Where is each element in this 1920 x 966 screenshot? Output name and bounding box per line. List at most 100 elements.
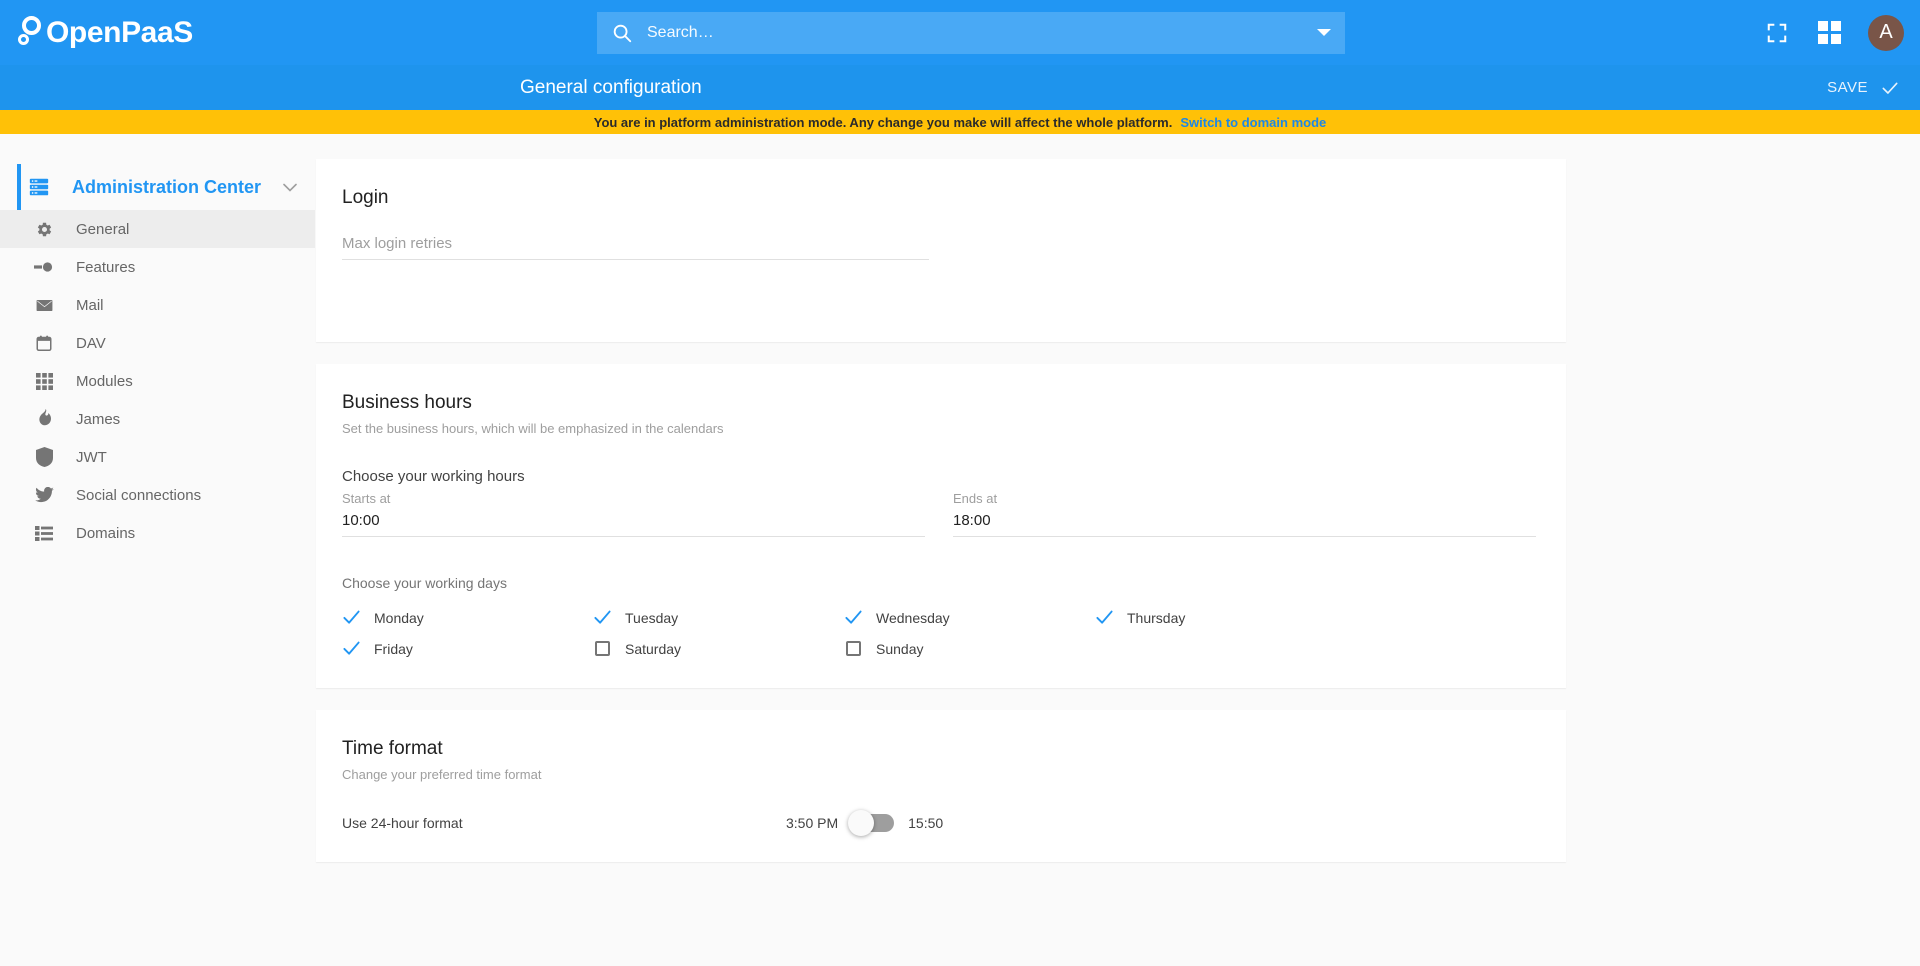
- working-days-grid: Monday Tuesday Wednesday Thursday Friday…: [342, 608, 1536, 658]
- sub-header: General configuration SAVE: [0, 65, 1920, 110]
- sidebar-item-label: General: [76, 220, 130, 238]
- twitter-bird-icon: [34, 485, 54, 505]
- time-format-title: Time format: [342, 738, 443, 759]
- day-label: Saturday: [625, 640, 682, 657]
- main-content: Login Business hours Set the business ho…: [315, 134, 1920, 966]
- search-icon: [613, 24, 632, 42]
- sidebar-item-label: James: [76, 410, 121, 428]
- check-icon: [1882, 82, 1898, 94]
- day-label: Wednesday: [876, 609, 950, 626]
- sidebar-item-label: Social connections: [76, 486, 202, 504]
- logo-text: OpenPaaS: [46, 15, 193, 49]
- check-icon: [342, 608, 361, 627]
- switch-to-domain-mode-link[interactable]: Switch to domain mode: [1180, 115, 1326, 130]
- gear-icon: [34, 219, 54, 239]
- ends-at-field[interactable]: Ends at: [953, 491, 1536, 537]
- business-hours-subtitle: Set the business hours, which will be em…: [342, 421, 724, 436]
- login-card: Login: [316, 159, 1566, 342]
- logo-circle-small: [18, 33, 29, 45]
- sidebar-item-label: JWT: [76, 448, 107, 466]
- max-login-retries-input[interactable]: [342, 229, 929, 260]
- top-bar-actions: A: [1764, 14, 1904, 51]
- max-login-retries-field[interactable]: [342, 229, 929, 260]
- check-icon: [342, 639, 361, 658]
- day-checkbox-thursday[interactable]: Thursday: [1095, 608, 1346, 627]
- search-input[interactable]: [647, 23, 1307, 42]
- day-checkbox-tuesday[interactable]: Tuesday: [593, 608, 844, 627]
- day-checkbox-monday[interactable]: Monday: [342, 608, 593, 627]
- ends-at-input[interactable]: [953, 506, 1536, 537]
- login-card-title: Login: [342, 187, 389, 208]
- day-label: Thursday: [1127, 609, 1186, 626]
- day-label: Tuesday: [625, 609, 679, 626]
- page-title: General configuration: [520, 76, 702, 98]
- sidebar-item-mail[interactable]: Mail: [0, 286, 315, 324]
- time-format-toggle[interactable]: [848, 810, 895, 836]
- sidebar-item-social-connections[interactable]: Social connections: [0, 476, 315, 514]
- sidebar-header-label: Administration Center: [72, 176, 262, 197]
- sidebar-header[interactable]: Administration Center: [0, 164, 315, 210]
- ends-at-label: Ends at: [953, 491, 998, 506]
- save-button[interactable]: SAVE: [1827, 78, 1900, 98]
- toggle-switch-icon: [34, 257, 54, 277]
- starts-at-input[interactable]: [342, 506, 925, 537]
- day-label: Monday: [374, 609, 424, 626]
- calendar-icon: [34, 333, 54, 353]
- sidebar-item-label: Mail: [76, 296, 104, 314]
- check-icon: [1095, 608, 1114, 627]
- business-hours-card: Business hours Set the business hours, w…: [316, 364, 1566, 688]
- apps-button[interactable]: [1816, 20, 1842, 46]
- checkbox-empty-icon: [844, 639, 863, 658]
- sidebar-item-general[interactable]: General: [0, 210, 315, 248]
- checkbox-empty-icon: [593, 639, 612, 658]
- search-bar[interactable]: [597, 11, 1345, 54]
- sidebar-item-james[interactable]: James: [0, 400, 315, 438]
- sidebar-item-dav[interactable]: DAV: [0, 324, 315, 362]
- sidebar: Administration Center General Features M…: [0, 134, 315, 966]
- day-checkbox-friday[interactable]: Friday: [342, 639, 593, 658]
- day-checkbox-wednesday[interactable]: Wednesday: [844, 608, 1095, 627]
- time-format-subtitle: Change your preferred time format: [342, 767, 542, 782]
- check-icon: [593, 608, 612, 627]
- avatar[interactable]: A: [1868, 14, 1904, 51]
- sidebar-item-modules[interactable]: Modules: [0, 362, 315, 400]
- apps-grid-icon: [1817, 21, 1841, 44]
- banner-message: You are in platform administration mode.…: [593, 114, 1173, 130]
- save-button-label: SAVE: [1827, 79, 1868, 96]
- chevron-down-icon[interactable]: [283, 183, 297, 192]
- working-hours-row: Starts at Ends at: [342, 491, 1536, 537]
- time-format-row: Use 24-hour format 3:50 PM 15:50: [342, 810, 1536, 836]
- top-bar: OpenPaaS A: [0, 0, 1920, 65]
- fullscreen-button[interactable]: [1764, 20, 1790, 46]
- toggle-knob: [848, 810, 875, 836]
- starts-at-field[interactable]: Starts at: [342, 491, 925, 537]
- sidebar-item-label: Domains: [76, 524, 136, 542]
- fullscreen-icon: [1767, 23, 1787, 42]
- sidebar-item-label: Modules: [76, 372, 133, 390]
- logo-mark-icon: [18, 15, 54, 51]
- envelope-icon: [34, 295, 54, 315]
- sidebar-item-features[interactable]: Features: [0, 248, 315, 286]
- 24h-example-label: 15:50: [908, 815, 944, 831]
- sidebar-item-label: Features: [76, 258, 136, 276]
- check-icon: [844, 608, 863, 627]
- page-body: Administration Center General Features M…: [0, 134, 1920, 966]
- server-stack-icon: [29, 178, 49, 196]
- day-checkbox-sunday[interactable]: Sunday: [844, 639, 1095, 658]
- app-logo[interactable]: OpenPaaS: [18, 0, 193, 65]
- list-icon: [34, 523, 54, 543]
- grid-icon: [34, 371, 54, 391]
- time-format-card: Time format Change your preferred time f…: [316, 710, 1566, 862]
- day-label: Sunday: [876, 640, 924, 657]
- chevron-down-icon[interactable]: [1317, 29, 1331, 36]
- business-hours-title: Business hours: [342, 392, 472, 413]
- sidebar-item-domains[interactable]: Domains: [0, 514, 315, 552]
- working-days-label: Choose your working days: [342, 575, 507, 591]
- flame-icon: [34, 409, 54, 429]
- working-hours-label: Choose your working hours: [342, 468, 525, 485]
- day-checkbox-saturday[interactable]: Saturday: [593, 639, 844, 658]
- starts-at-label: Starts at: [342, 491, 391, 506]
- day-label: Friday: [374, 640, 413, 657]
- use-24-hour-format-label: Use 24-hour format: [342, 815, 463, 831]
- sidebar-item-jwt[interactable]: JWT: [0, 438, 315, 476]
